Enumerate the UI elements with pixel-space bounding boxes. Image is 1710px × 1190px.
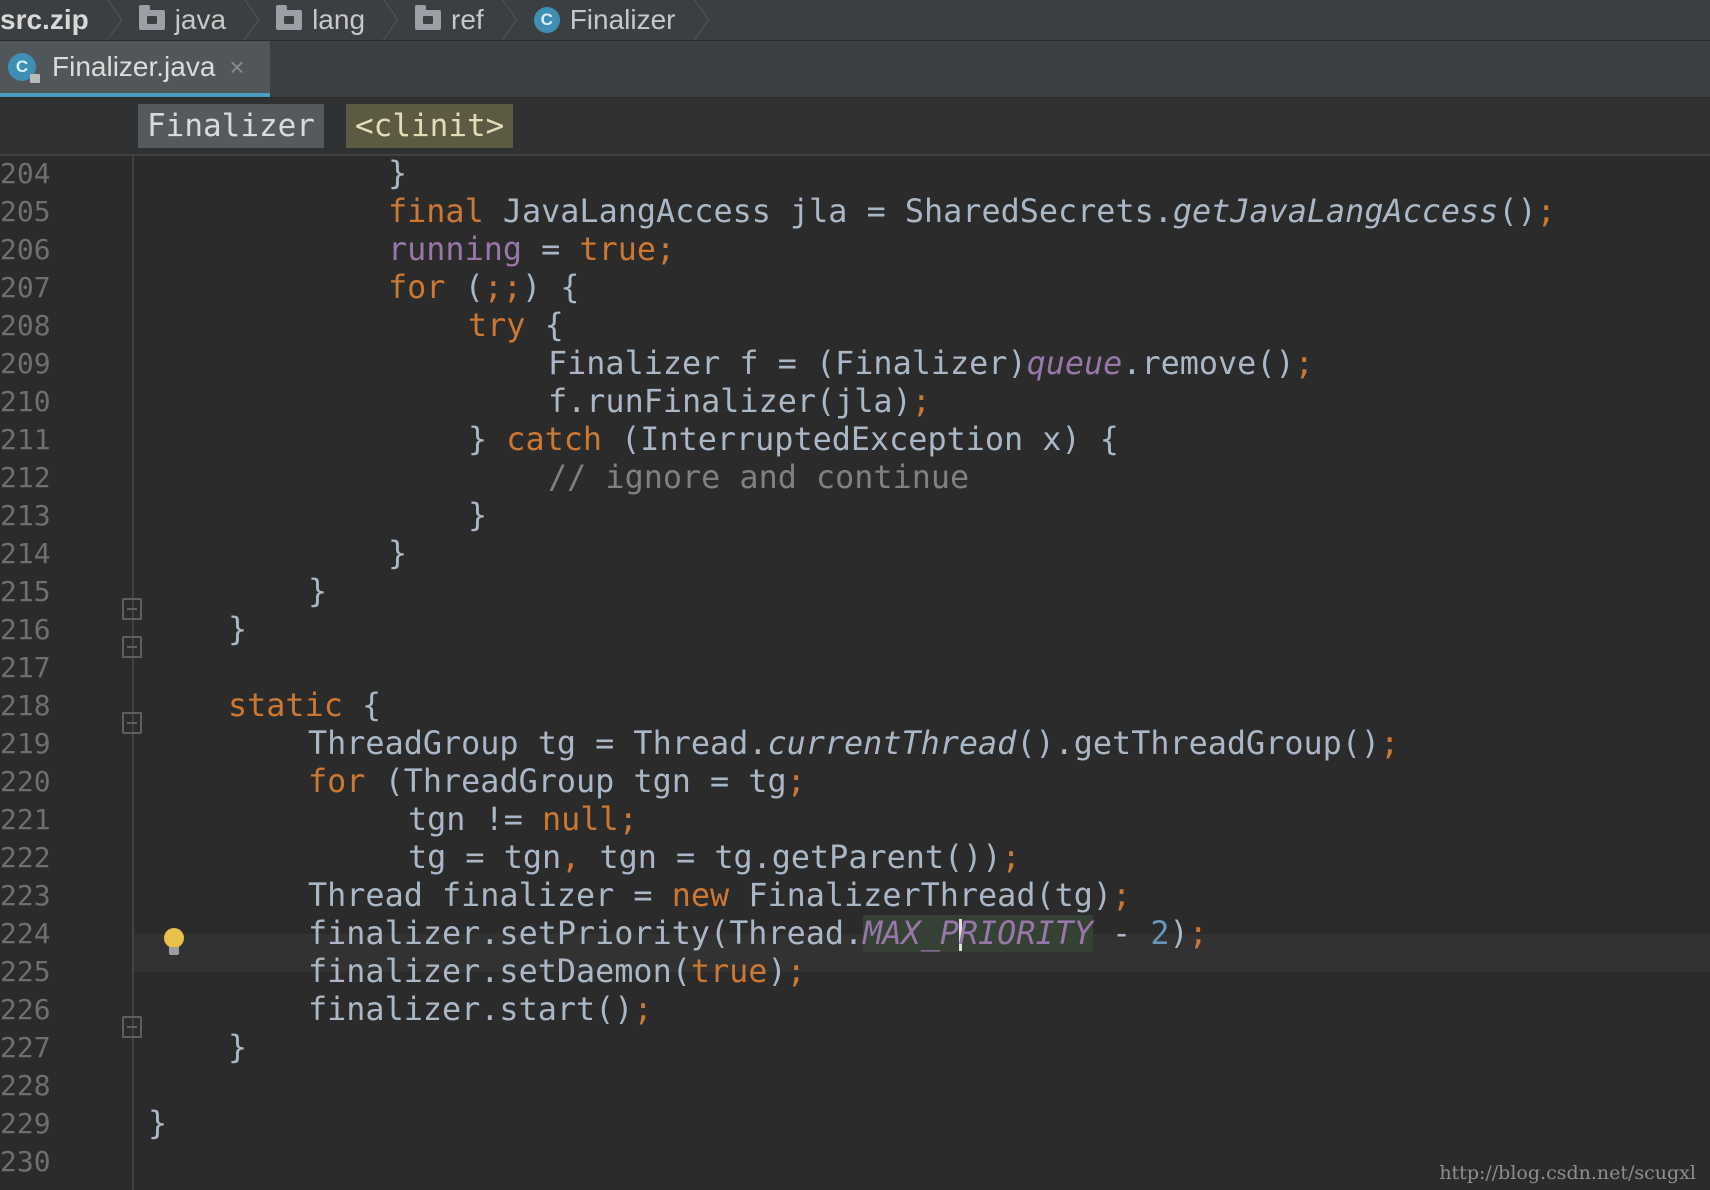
code-line: Thread finalizer = new FinalizerThread(t… [308, 877, 1132, 914]
code-line: } [228, 611, 248, 648]
line-number: 210 [0, 385, 51, 418]
line-number: 224 [0, 917, 51, 950]
breadcrumb-label: lang [312, 4, 366, 35]
line-number: 218 [0, 689, 51, 722]
class-icon: C [533, 7, 560, 33]
line-number: 213 [0, 499, 51, 532]
code-line: for (;;) { [388, 269, 580, 306]
fold-marker-icon[interactable] [122, 636, 142, 658]
fold-marker-icon[interactable] [122, 712, 142, 734]
structure-item-class[interactable]: Finalizer [138, 104, 324, 148]
structure-item-method[interactable]: <clinit> [346, 104, 514, 148]
line-number: 221 [0, 803, 51, 836]
line-number: 222 [0, 841, 51, 874]
structure-breadcrumb: Finalizer <clinit> [0, 98, 1710, 156]
editor-tab-bar: C Finalizer.java × [0, 41, 1710, 98]
code-line: static { [228, 687, 382, 724]
line-number: 219 [0, 727, 51, 760]
code-line: } [228, 1029, 248, 1066]
chevron-right-icon [236, 0, 252, 40]
code-line: try { [468, 307, 564, 344]
line-number: 226 [0, 993, 51, 1026]
line-number: 208 [0, 309, 51, 342]
line-number: 216 [0, 613, 51, 646]
chevron-right-icon [686, 0, 702, 40]
breadcrumb-item-src-zip[interactable]: src.zip [0, 0, 125, 40]
chevron-right-icon [494, 0, 510, 40]
line-number: 223 [0, 879, 51, 912]
folder-icon [138, 5, 165, 30]
fold-marker-icon[interactable] [122, 1016, 142, 1038]
line-number: 220 [0, 765, 51, 798]
code-line: ThreadGroup tg = Thread.currentThread().… [308, 725, 1400, 762]
line-number: 204 [0, 157, 51, 190]
code-line: } catch (InterruptedException x) { [468, 421, 1119, 458]
line-number: 229 [0, 1107, 51, 1140]
tab-label: Finalizer.java [52, 51, 216, 82]
line-number: 212 [0, 461, 51, 494]
breadcrumb-label: src.zip [0, 4, 89, 35]
folder-icon [276, 5, 303, 30]
line-number: 227 [0, 1031, 51, 1064]
folder-icon [415, 5, 442, 30]
code-line: finalizer.start(); [308, 991, 653, 1028]
code-line: } [388, 155, 408, 192]
code-line-current: finalizer.setPriority(Thread.MAX_PRIORIT… [308, 915, 1208, 952]
code-line: final JavaLangAccess jla = SharedSecrets… [388, 193, 1556, 230]
code-line: } [468, 497, 488, 534]
breadcrumb: src.zip java lang ref C Finalizer [0, 0, 1710, 41]
code-line: tgn != null; [408, 801, 638, 838]
line-number: 230 [0, 1145, 51, 1178]
class-icon-letter: C [15, 57, 29, 76]
class-icon: C [8, 53, 40, 83]
code-line: } [388, 535, 408, 572]
line-number: 207 [0, 271, 51, 304]
code-line: for (ThreadGroup tgn = tg; [308, 763, 806, 800]
chevron-right-icon [375, 0, 391, 40]
breadcrumb-label: ref [451, 4, 484, 35]
code-line: Finalizer f = (Finalizer)queue.remove(); [548, 345, 1314, 382]
chevron-right-icon [99, 0, 115, 40]
lock-icon [30, 74, 40, 83]
line-number: 217 [0, 651, 51, 684]
breadcrumb-label: java [174, 4, 227, 35]
code-line: f.runFinalizer(jla); [548, 383, 931, 420]
tab-finalizer-java[interactable]: C Finalizer.java × [0, 41, 270, 97]
line-number: 228 [0, 1069, 51, 1102]
code-editor[interactable]: 204 205 206 207 208 209 210 211 212 213 … [0, 155, 1710, 1190]
line-number: 225 [0, 955, 51, 988]
line-number: 211 [0, 423, 51, 456]
fold-marker-icon[interactable] [122, 598, 142, 620]
line-number: 214 [0, 537, 51, 570]
breadcrumb-item-lang[interactable]: lang [262, 0, 401, 40]
code-line: tg = tgn, tgn = tg.getParent()); [408, 839, 1021, 876]
line-number: 209 [0, 347, 51, 380]
code-line: running = true; [388, 231, 676, 268]
breadcrumb-item-ref[interactable]: ref [401, 0, 520, 40]
code-line: // ignore and continue [548, 459, 970, 496]
close-icon[interactable]: × [229, 52, 244, 83]
code-line: finalizer.setDaemon(true); [308, 953, 806, 990]
watermark: http://blog.csdn.net/scugxl [1439, 1162, 1696, 1184]
line-number: 205 [0, 195, 51, 228]
code-line: } [148, 1105, 168, 1142]
line-number: 206 [0, 233, 51, 266]
breadcrumb-item-finalizer[interactable]: C Finalizer [520, 0, 712, 40]
breadcrumb-item-java[interactable]: java [125, 0, 262, 40]
line-number: 215 [0, 575, 51, 608]
code-line: } [308, 573, 328, 610]
breadcrumb-label: Finalizer [569, 4, 676, 35]
